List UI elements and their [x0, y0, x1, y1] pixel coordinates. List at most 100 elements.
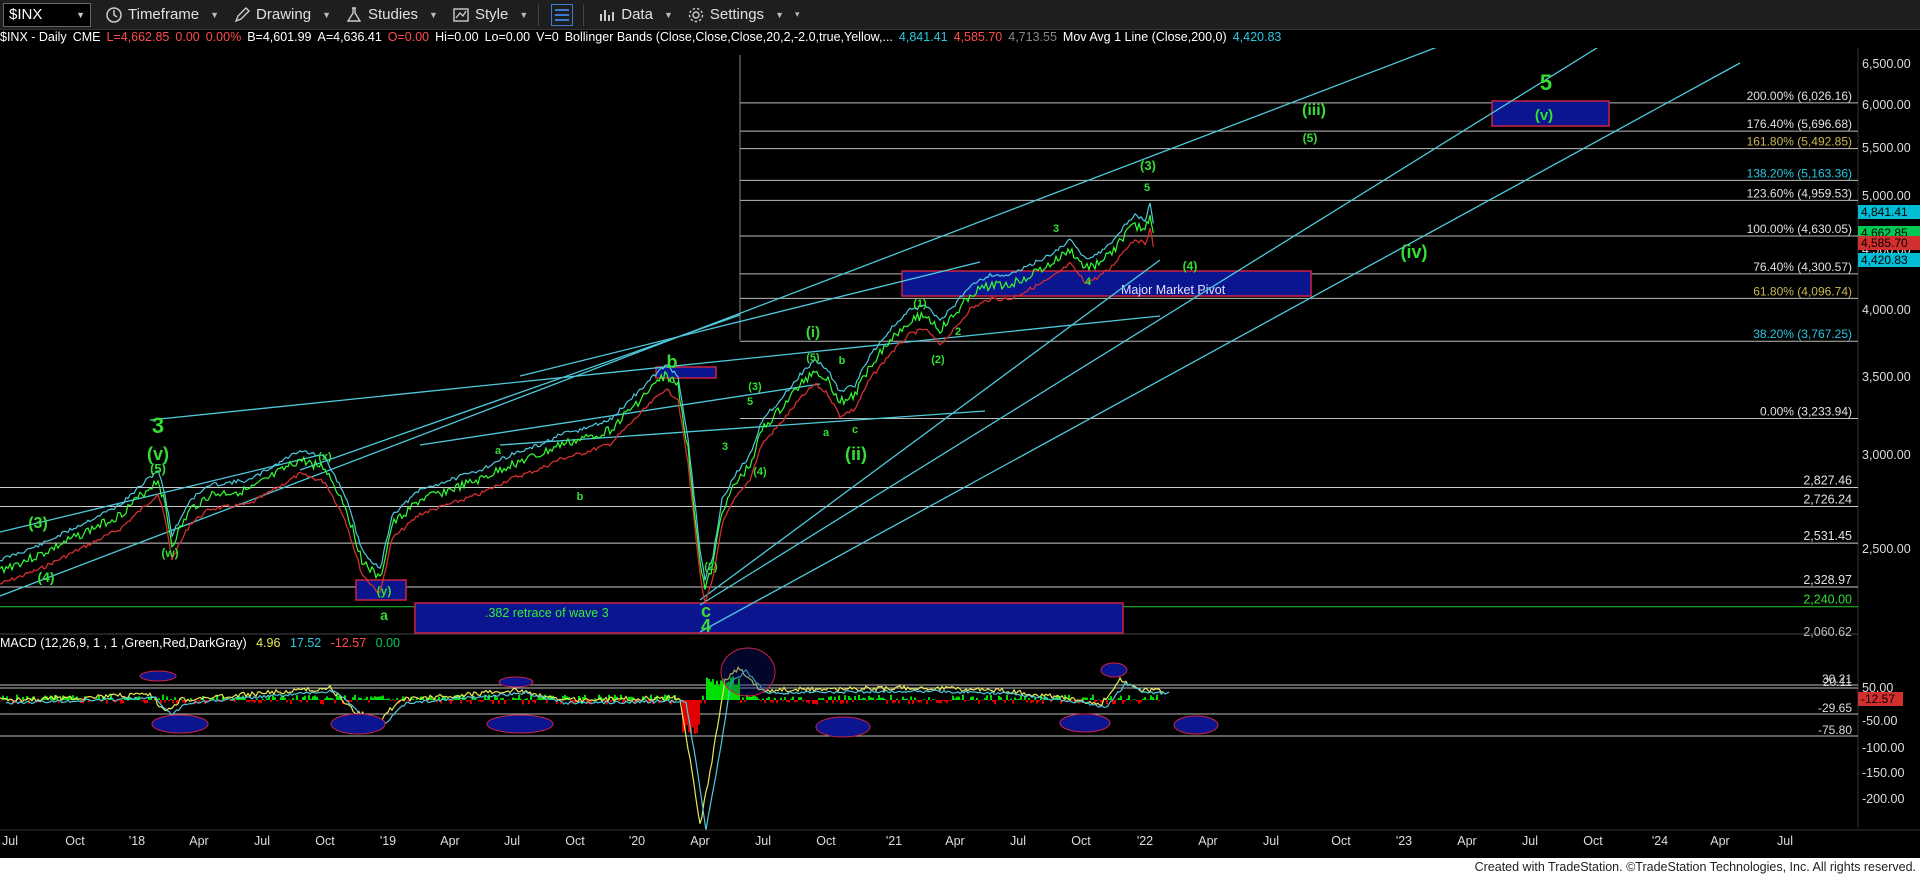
macd-histogram-bar [954, 698, 956, 700]
macd-histogram-bar [122, 700, 124, 704]
macd-histogram-bar [272, 695, 274, 700]
macd-histogram-bar [306, 700, 308, 703]
chevron-down-icon: ▼ [76, 9, 85, 20]
macd-histogram-bar [182, 700, 184, 703]
support-label: 2,060.62 [1803, 625, 1852, 639]
macd-histogram-bar [1158, 700, 1160, 702]
fib-level-label: 138.20% (5,163.36) [1747, 166, 1852, 180]
macd-axis-label: -200.00 [1862, 792, 1904, 806]
time-axis-label: Oct [315, 834, 335, 848]
wave-label: 5 [1540, 70, 1552, 95]
macd-histogram-bar [820, 698, 822, 700]
macd-histogram-bar [140, 700, 142, 701]
layout-button[interactable] [551, 3, 574, 26]
wave-label: (5) [806, 352, 820, 364]
macd-histogram-bar [160, 700, 162, 704]
time-axis-label: '22 [1137, 834, 1153, 848]
macd-histogram-bar [982, 700, 984, 701]
wave-label: (v) [1535, 107, 1553, 124]
symbol-input[interactable]: $INX ▼ [3, 2, 91, 27]
price-axis-label: 3,000.00 [1862, 448, 1911, 462]
macd-histogram-bar [384, 698, 386, 700]
macd-histogram-bar [796, 700, 798, 702]
settings-menu[interactable]: Settings ▼ ▾ [687, 6, 800, 24]
macd-histogram-bar [364, 698, 366, 700]
macd-histogram-bar [742, 697, 744, 700]
macd-histogram-bar [376, 696, 378, 700]
macd-histogram-bar [760, 700, 762, 702]
style-menu[interactable]: Style ▼ [452, 6, 528, 24]
macd-histogram-bar [840, 700, 842, 704]
macd-histogram-bar [1120, 695, 1122, 700]
macd-histogram-bar [1012, 700, 1014, 704]
macd-histogram-bar [952, 695, 954, 700]
macd-histogram-bar [396, 698, 398, 700]
macd-histogram-bar [144, 700, 146, 704]
drawing-menu[interactable]: Drawing ▼ [233, 6, 331, 24]
major-pivot-label: Major Market Pivot [1121, 283, 1226, 297]
support-label: 2,726.24 [1803, 492, 1852, 506]
price-tag-label: 4,841.41 [1861, 205, 1908, 219]
macd-histogram-bar [812, 700, 814, 705]
time-axis-label: Jul [1522, 834, 1538, 848]
price-chart[interactable]: 6,500.006,000.005,500.005,000.004,500.00… [0, 48, 1920, 858]
trend-channel-line [699, 259, 1161, 601]
macd-histogram-bar [284, 697, 286, 700]
chevron-down-icon: ▼ [210, 9, 220, 20]
trend-channel-line [149, 315, 1161, 421]
macd-histogram-bar [482, 700, 484, 702]
ma-value: 4,420.83 [1232, 30, 1282, 44]
macd-histogram-bar [992, 700, 994, 702]
trend-channel-line [519, 261, 981, 377]
support-label: 2,531.45 [1803, 529, 1852, 543]
macd-histogram-bar [480, 700, 482, 703]
time-axis-label: Apr [1198, 834, 1217, 848]
macd-histogram-bar [958, 696, 960, 700]
macd-histogram-bar [794, 700, 796, 703]
wave-label: (w) [161, 546, 178, 560]
upper-bollinger-line [0, 202, 1154, 581]
time-axis-label: '24 [1652, 834, 1668, 848]
macd-histogram-bar [844, 695, 846, 700]
macd-histogram-bar [664, 694, 666, 700]
macd-histogram-bar [766, 698, 768, 700]
macd-histogram-bar [1014, 697, 1016, 700]
macd-level-label: -29.65 [1818, 701, 1852, 715]
macd-histogram-bar [870, 697, 872, 700]
macd-histogram-bar [1086, 697, 1088, 700]
macd-histogram-bar [786, 700, 788, 703]
macd-histogram-bar [610, 700, 612, 703]
macd-histogram-bar [172, 700, 174, 704]
timeframe-menu[interactable]: Timeframe ▼ [105, 6, 219, 24]
macd-histogram-bar [848, 696, 850, 700]
macd-histogram-bar [1150, 695, 1152, 700]
macd-histogram-bar [1136, 700, 1138, 702]
macd-histogram-bar [1010, 698, 1012, 700]
macd-axis-label: -100.00 [1862, 741, 1904, 755]
time-axis-label: Apr [945, 834, 964, 848]
time-axis-label: Oct [65, 834, 85, 848]
macd-histogram-bar [1018, 698, 1020, 700]
macd-histogram-bar [784, 697, 786, 700]
macd-line [0, 666, 1164, 824]
price-tag-label: 4,420.83 [1861, 253, 1908, 267]
macd-histogram-bar [936, 700, 938, 703]
macd-histogram-bar [276, 700, 278, 702]
data-menu[interactable]: Data ▼ [598, 6, 673, 24]
macd-histogram-bar [874, 700, 876, 701]
macd-histogram-bar [354, 694, 356, 700]
macd-histogram-bar [1118, 698, 1120, 700]
macd-histogram-bar [486, 698, 488, 700]
studies-menu[interactable]: Studies ▼ [345, 6, 438, 24]
macd-histogram-bar [776, 700, 778, 704]
wave-label: (4) [753, 466, 767, 478]
wave-label: 5 [1144, 182, 1150, 194]
macd-histogram-bar [314, 695, 316, 700]
fib-level-label: 38.20% (3,767.25) [1753, 327, 1852, 341]
macd-histogram-bar [270, 700, 272, 702]
macd-histogram-bar [320, 700, 322, 705]
wave-label: (4) [37, 569, 54, 585]
macd-histogram-bar [792, 696, 794, 700]
macd-histogram-bar [470, 700, 472, 704]
macd-histogram-bar [520, 699, 522, 700]
